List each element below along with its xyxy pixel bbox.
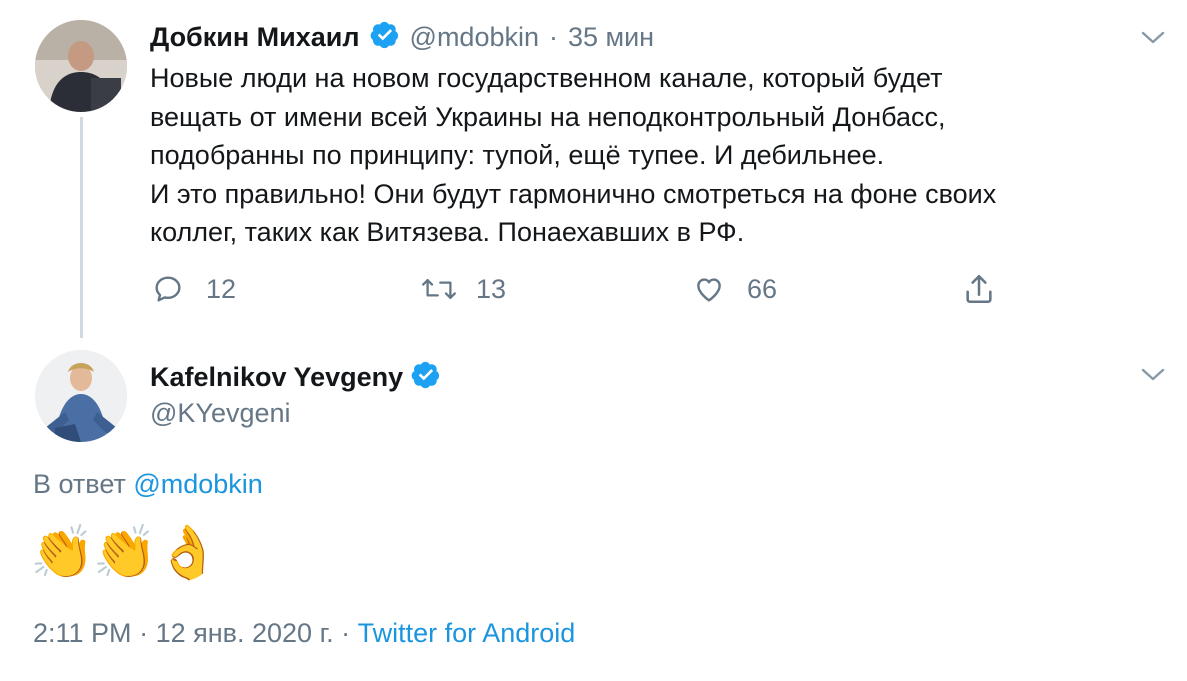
avatar-kyevgeni[interactable] (35, 350, 127, 442)
heart-icon (697, 278, 721, 302)
retweet-button[interactable]: 13 (420, 273, 506, 305)
reply-to-line: В ответ @mdobkin (33, 469, 263, 500)
reply-button[interactable]: 12 (152, 273, 236, 305)
verified-badge-icon (370, 20, 400, 55)
meta-dot: · (139, 618, 149, 648)
tweet-text: Новые люди на новом государственном кана… (150, 63, 997, 247)
thread-connector-line (80, 117, 83, 338)
author-handle[interactable]: @mdobkin (410, 22, 539, 53)
tweet-date[interactable]: 12 янв. 2020 г. (156, 618, 334, 648)
share-button[interactable] (962, 272, 1018, 306)
tweet-source-link[interactable]: Twitter for Android (358, 618, 576, 648)
retweet-count: 13 (476, 273, 507, 304)
author-handle[interactable]: @KYevgeni (150, 398, 291, 429)
tweet-meta: 2:11 PM · 12 янв. 2020 г. · Twitter for … (33, 618, 575, 649)
separator-dot: · (549, 22, 558, 52)
retweet-icon (422, 278, 456, 300)
avatar-mdobkin[interactable] (35, 20, 127, 112)
reply-prefix: В ответ (33, 469, 126, 499)
meta-dot: · (341, 618, 351, 648)
tweet-emojis: 👏👏👌 (30, 524, 220, 582)
like-count: 66 (747, 273, 778, 304)
author-name[interactable]: Kafelnikov Yevgeny (150, 362, 403, 393)
chevron-down-icon[interactable] (1140, 365, 1166, 390)
share-icon (966, 274, 992, 304)
reply-icon (155, 276, 181, 302)
tweet-time[interactable]: 35 мин (568, 22, 654, 53)
like-button[interactable]: 66 (693, 273, 777, 305)
reply-to-handle-link[interactable]: @mdobkin (133, 469, 262, 499)
author-name[interactable]: Добкин Михаил (150, 22, 360, 53)
chevron-down-icon[interactable] (1140, 28, 1166, 53)
verified-badge-icon (411, 360, 441, 395)
tweet-time[interactable]: 2:11 PM (33, 618, 132, 648)
reply-count: 12 (206, 273, 237, 304)
